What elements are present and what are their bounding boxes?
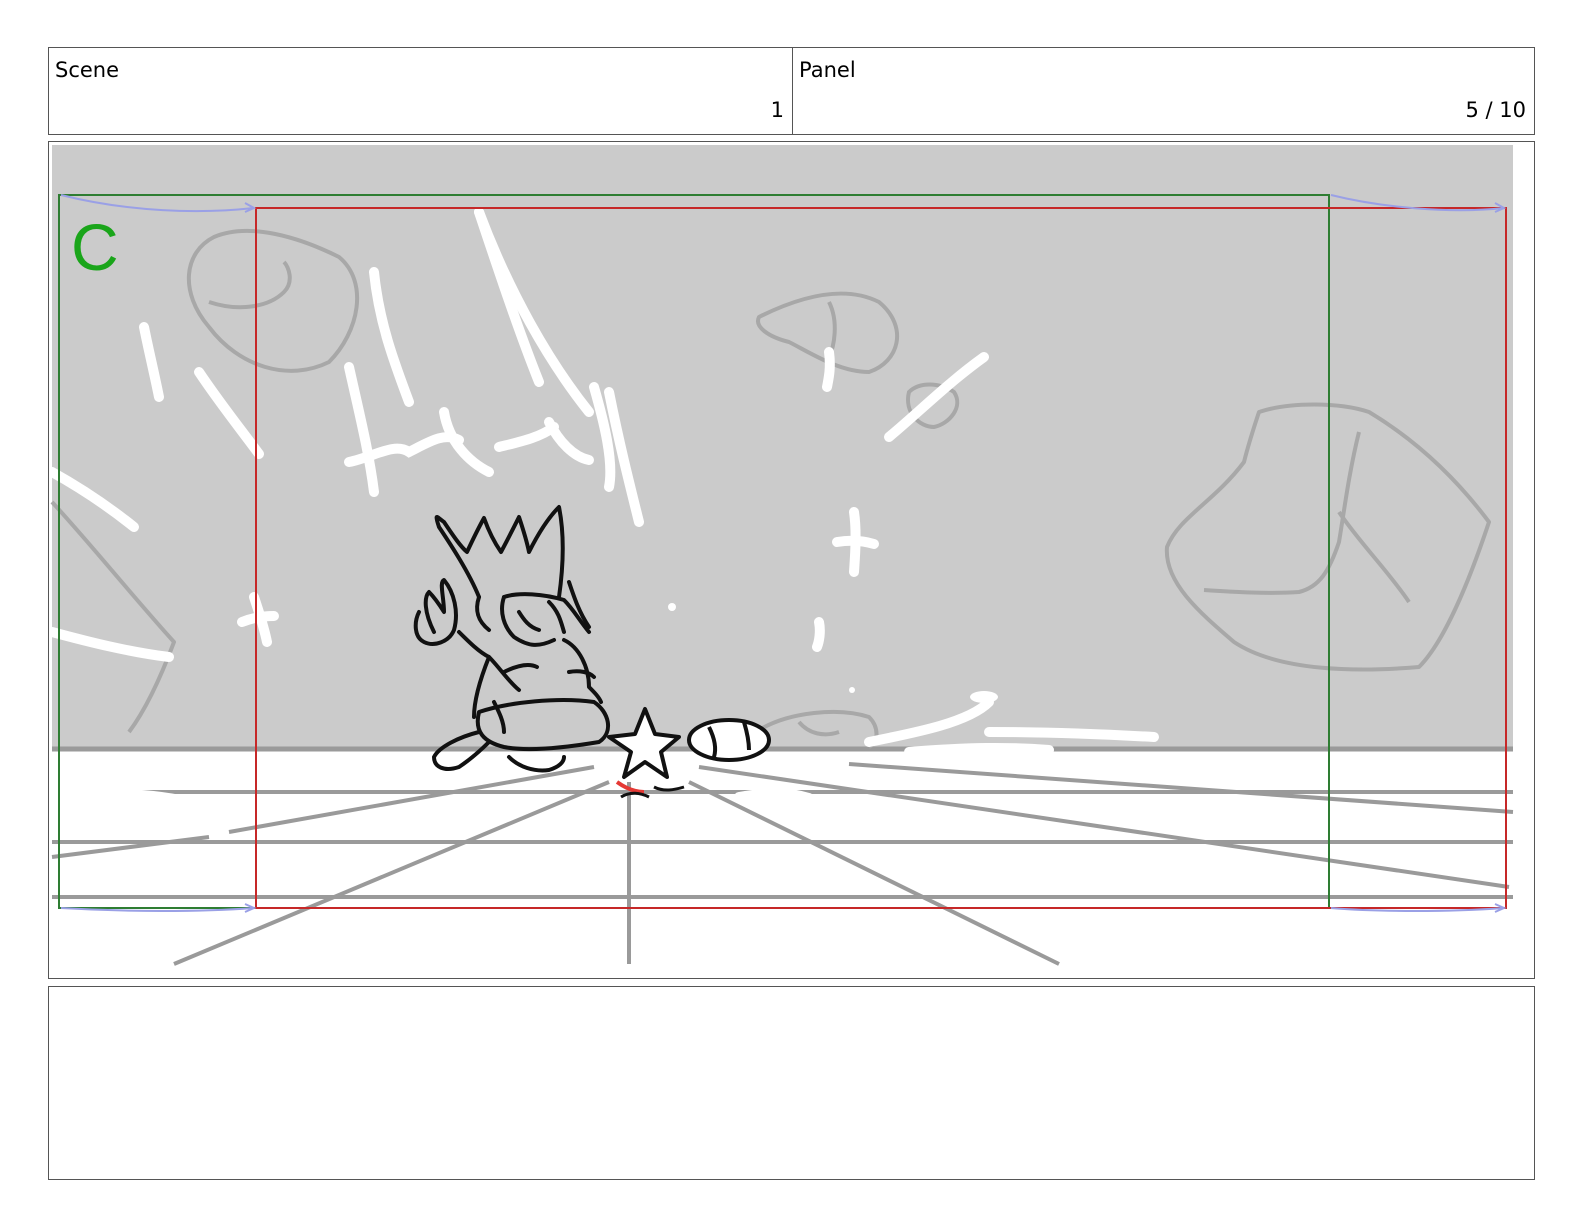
floor — [52, 750, 1513, 977]
scene-label: Scene — [55, 58, 120, 82]
wall-background — [52, 145, 1513, 750]
storyboard-frame: C — [48, 141, 1535, 979]
panel-label: Panel — [799, 58, 856, 82]
scene-cell: Scene 1 — [49, 48, 793, 134]
panel-header: Scene 1 Panel 5 / 10 — [48, 47, 1535, 135]
camera-label: C — [71, 210, 119, 284]
panel-cell: Panel 5 / 10 — [793, 48, 1534, 134]
egg-sketch — [687, 718, 771, 762]
storyboard-drawing — [49, 145, 1514, 977]
notes-box[interactable] — [48, 986, 1535, 1180]
panel-number: 5 / 10 — [1465, 98, 1526, 122]
scene-number: 1 — [770, 98, 784, 122]
